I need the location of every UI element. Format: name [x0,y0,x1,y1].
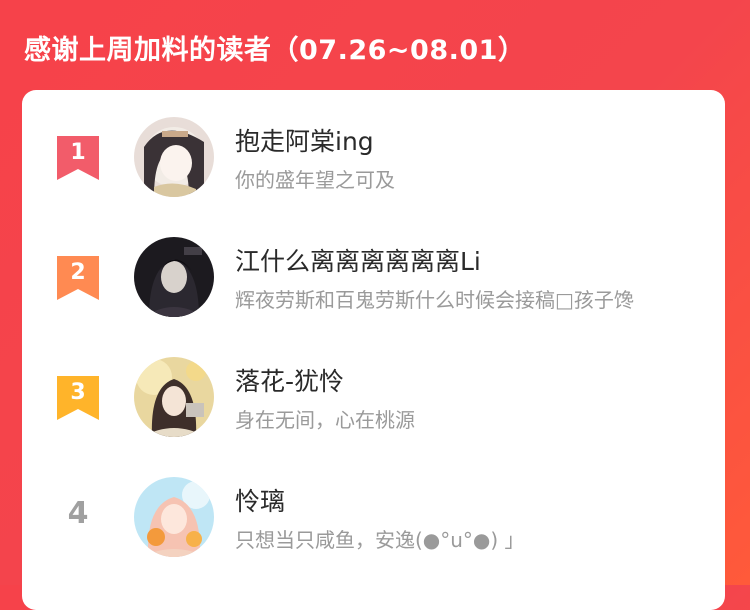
page-header-title: 感谢上周加料的读者（07.26~08.01） [24,35,526,66]
reader-list-card: 1 抱走阿棠ing 你的盛年望之可及 2 江什么离离离离离离Li 辉夜劳斯和百鬼… [22,90,725,610]
avatar[interactable] [134,117,214,197]
rank-ribbon-3: 3 [57,376,99,420]
reader-row-4[interactable]: 4 怜璃 只想当只咸鱼，安逸(●°u°●) 」 [22,472,725,572]
rank-number: 1 [70,140,86,165]
avatar[interactable] [134,357,214,437]
reader-name: 抱走阿棠ing [235,127,374,156]
reader-row-1[interactable]: 1 抱走阿棠ing 你的盛年望之可及 [22,112,725,212]
reader-subtitle: 身在无间，心在桃源 [235,408,415,432]
avatar[interactable] [134,477,214,557]
rank-number: 4 [67,496,89,531]
reader-subtitle: 你的盛年望之可及 [235,168,395,192]
reader-row-3[interactable]: 3 落花-犹怜 身在无间，心在桃源 [22,352,725,452]
reader-row-2[interactable]: 2 江什么离离离离离离Li 辉夜劳斯和百鬼劳斯什么时候会接稿□孩子馋 [22,232,725,332]
reader-name: 落花-犹怜 [235,367,345,396]
rank-ribbon-2: 2 [57,256,99,300]
rank-number: 3 [70,380,86,405]
rank-number: 2 [70,260,86,285]
avatar[interactable] [134,237,214,317]
reader-subtitle: 辉夜劳斯和百鬼劳斯什么时候会接稿□孩子馋 [235,288,634,312]
rank-ribbon-1: 1 [57,136,99,180]
reader-subtitle: 只想当只咸鱼，安逸(●°u°●) 」 [235,528,525,552]
reader-name: 怜璃 [235,487,286,516]
reader-name: 江什么离离离离离离Li [235,247,481,276]
